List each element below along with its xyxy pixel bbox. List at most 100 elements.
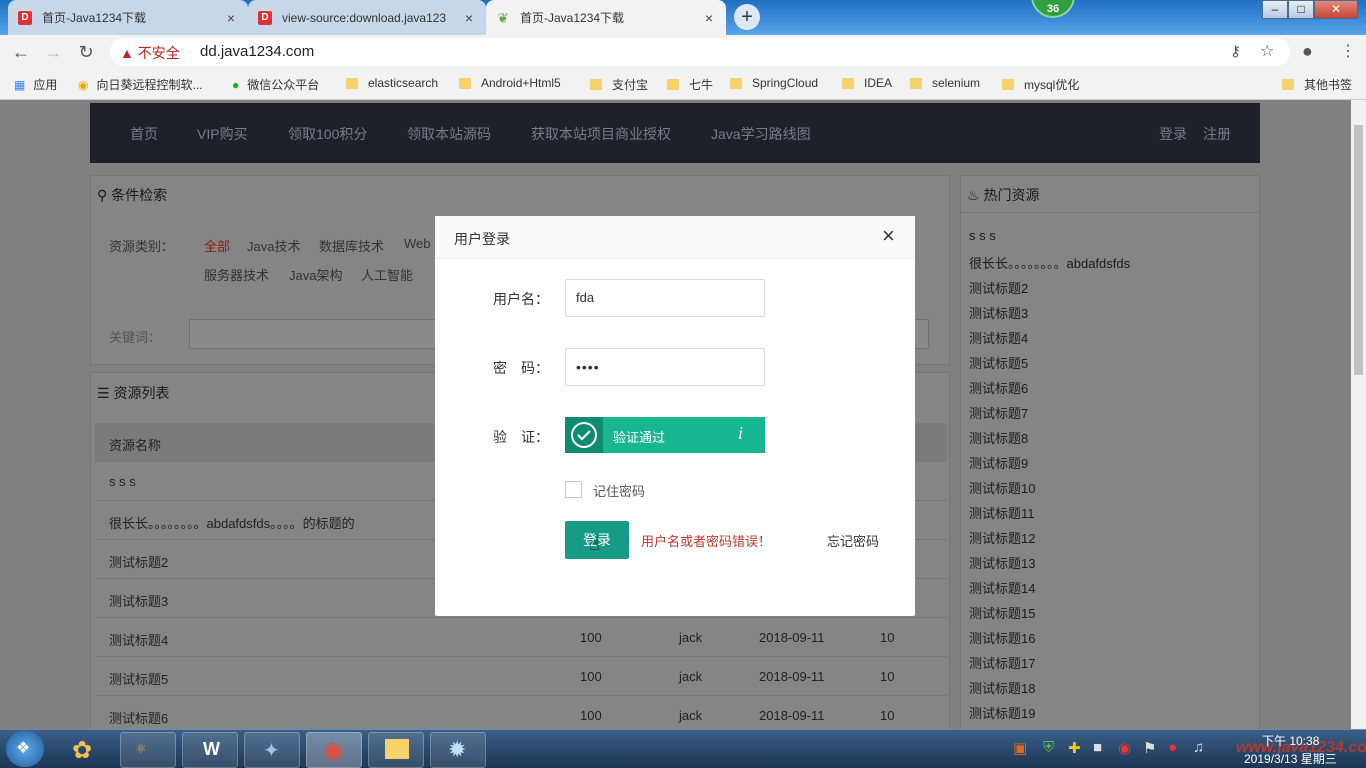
hot-resource-item[interactable]: 测试标题2 <box>969 278 1028 297</box>
password-field[interactable]: •••• <box>565 348 765 386</box>
app-icon-colorful[interactable]: ✿ <box>58 732 114 768</box>
close-tab-icon[interactable]: × <box>702 10 716 26</box>
hot-resource-item[interactable]: 测试标题17 <box>969 653 1035 672</box>
hot-resource-item[interactable]: 测试标题4 <box>969 328 1028 347</box>
hand-cursor-icon: ☝ <box>589 534 600 554</box>
hot-resource-item[interactable]: 测试标题7 <box>969 403 1028 422</box>
hot-resource-item[interactable]: 测试标题12 <box>969 528 1035 547</box>
java-ee-ide-icon[interactable]: ⚛ <box>120 732 176 768</box>
chrome-icon[interactable]: ◉ <box>306 732 362 768</box>
category-web[interactable]: Web <box>404 236 431 251</box>
tray-plus-icon[interactable]: ✚ <box>1068 739 1081 757</box>
category-java[interactable]: Java技术 <box>247 236 300 255</box>
remember-checkbox[interactable] <box>565 481 582 498</box>
tray-sogou-icon[interactable]: ▣ <box>1013 739 1027 757</box>
menu-icon[interactable]: ⋮ <box>1340 41 1356 61</box>
star-icon[interactable]: ☆ <box>1260 41 1274 61</box>
tab-3-active[interactable]: ❦ 首页-Java1234下载 × <box>486 0 726 35</box>
table-row[interactable]: 测试标题4 100 jack 2018-09-11 10 <box>95 618 947 657</box>
tray-flag-icon[interactable]: ⚑ <box>1143 739 1156 757</box>
hot-resource-item[interactable]: 测试标题19 <box>969 703 1035 722</box>
bookmark-item[interactable]: selenium <box>910 76 980 90</box>
start-button[interactable]: ❖ <box>6 731 44 767</box>
wps-icon[interactable]: W <box>182 732 238 768</box>
nav-points[interactable]: 领取100积分 <box>288 124 367 144</box>
hot-resource-item[interactable]: 测试标题16 <box>969 628 1035 647</box>
nav-login[interactable]: 登录 <box>1159 124 1187 144</box>
bookmark-item[interactable]: ◉ 向日葵远程控制软... <box>78 76 203 93</box>
category-server[interactable]: 服务器技术 <box>204 265 269 284</box>
hot-resource-item[interactable]: 测试标题14 <box>969 578 1035 597</box>
hot-resource-item[interactable]: 测试标题6 <box>969 378 1028 397</box>
page-scrollbar[interactable] <box>1351 100 1366 729</box>
address-bar[interactable]: ▲ 不安全 dd.java1234.com ⚷ ☆ <box>110 38 1290 66</box>
window-close-button[interactable]: ✕ <box>1314 0 1358 19</box>
category-all[interactable]: 全部 <box>204 236 230 255</box>
nav-vip[interactable]: VIP购买 <box>197 124 248 144</box>
table-row[interactable]: 测试标题6 100 jack 2018-09-11 10 <box>95 696 947 729</box>
hot-resource-item[interactable]: 测试标题15 <box>969 603 1035 622</box>
forward-icon[interactable]: → <box>42 41 64 63</box>
bookmark-item[interactable]: Android+Html5 <box>459 76 561 90</box>
tab-2[interactable]: D view-source:download.java123 × <box>248 0 486 35</box>
clock-time[interactable]: 下午 10:38 <box>1262 732 1319 749</box>
hot-resource-item[interactable]: s s s <box>969 228 996 243</box>
nav-home[interactable]: 首页 <box>130 124 158 144</box>
hot-resource-item[interactable]: 测试标题5 <box>969 353 1028 372</box>
clock-date[interactable]: 2019/3/13 星期三 <box>1244 750 1337 767</box>
hot-resource-item[interactable]: 很长长。。。。。。。。abdafdsfds <box>969 253 1130 272</box>
forgot-password-link[interactable]: 忘记密码 <box>827 531 879 550</box>
close-icon[interactable]: × <box>882 225 895 247</box>
minimize-button[interactable]: – <box>1262 0 1288 19</box>
hot-resource-item[interactable]: 测试标题13 <box>969 553 1035 572</box>
nav-source[interactable]: 领取本站源码 <box>407 124 491 144</box>
category-database[interactable]: 数据库技术 <box>319 236 384 255</box>
table-row[interactable]: 测试标题5 100 jack 2018-09-11 10 <box>95 657 947 696</box>
scrollbar-thumb[interactable] <box>1354 125 1363 375</box>
browser-tab-strip: D 首页-Java1234下载 × D view-source:download… <box>0 0 1366 35</box>
reload-icon[interactable]: ↻ <box>75 41 97 63</box>
maximize-button[interactable]: □ <box>1288 0 1314 19</box>
captcha-verify[interactable]: 验证通过 i <box>565 417 765 453</box>
tray-shield-icon[interactable]: ⛨ <box>1043 739 1054 756</box>
new-tab-button[interactable]: + <box>734 4 760 30</box>
tray-app-icon[interactable]: ◉ <box>1118 739 1131 757</box>
bookmark-item[interactable]: IDEA <box>842 76 892 90</box>
bookmark-item[interactable]: SpringCloud <box>730 76 818 90</box>
profile-icon[interactable]: ● <box>1302 41 1313 62</box>
bookmark-item[interactable]: ● 微信公众平台 <box>232 76 319 93</box>
nav-register[interactable]: 注册 <box>1203 124 1231 144</box>
bookmark-item[interactable]: mysql优化 <box>1002 76 1079 93</box>
tray-network-icon[interactable]: ■ <box>1093 739 1102 756</box>
dolphin-icon[interactable]: ✦ <box>244 732 300 768</box>
hot-resource-item[interactable]: 测试标题10 <box>969 478 1035 497</box>
nav-roadmap[interactable]: Java学习路线图 <box>711 124 811 144</box>
hot-resource-item[interactable]: 测试标题11 <box>969 503 1035 522</box>
bookmark-apps[interactable]: ▦ 应用 <box>14 76 57 93</box>
url-text[interactable]: dd.java1234.com <box>200 43 314 60</box>
hot-resource-item[interactable]: 测试标题3 <box>969 303 1028 322</box>
explorer-folder-icon[interactable] <box>368 732 424 768</box>
back-icon[interactable]: ← <box>10 41 32 63</box>
tab-1[interactable]: D 首页-Java1234下载 × <box>8 0 248 35</box>
category-ai[interactable]: 人工智能 <box>361 265 413 284</box>
hot-resource-item[interactable]: 测试标题9 <box>969 453 1028 472</box>
info-icon[interactable]: i <box>738 423 743 444</box>
close-tab-icon[interactable]: × <box>462 10 476 26</box>
key-icon[interactable]: ⚷ <box>1230 42 1241 60</box>
category-architecture[interactable]: Java架构 <box>289 265 342 284</box>
nav-license[interactable]: 获取本站项目商业授权 <box>531 124 671 144</box>
tray-volume-icon[interactable]: ♫ <box>1193 739 1204 756</box>
other-bookmarks[interactable]: 其他书签 <box>1282 76 1352 93</box>
hot-resource-item[interactable]: 测试标题18 <box>969 678 1035 697</box>
bookmark-item[interactable]: 七牛 <box>667 76 713 93</box>
tray-red-icon[interactable]: ● <box>1168 739 1177 756</box>
security-indicator[interactable]: ▲ 不安全 <box>120 43 180 63</box>
close-tab-icon[interactable]: × <box>224 10 238 26</box>
username-field[interactable]: fda <box>565 279 765 317</box>
bookmark-item[interactable]: elasticsearch <box>346 76 438 90</box>
hot-resource-item[interactable]: 测试标题8 <box>969 428 1028 447</box>
remember-label: 记住密码 <box>593 484 646 499</box>
bookmark-item[interactable]: 支付宝 <box>590 76 648 93</box>
app-gear-icon[interactable]: ✹ <box>430 732 486 768</box>
